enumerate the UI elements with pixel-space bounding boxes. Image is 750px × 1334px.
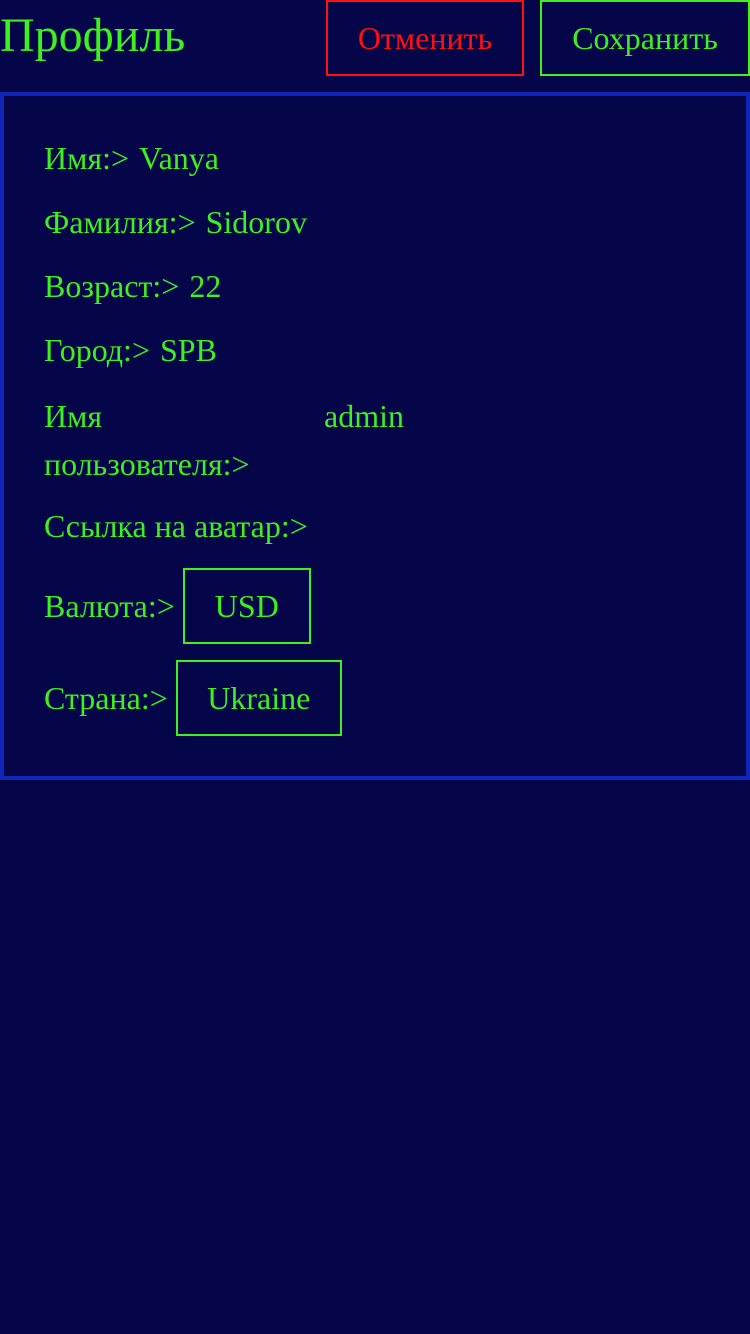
country-row: Страна:> Ukraine [44, 660, 342, 736]
city-row: Город:> SPB [44, 326, 217, 374]
save-button[interactable]: Сохранить [540, 0, 750, 76]
currency-row: Валюта:> USD [44, 568, 311, 644]
page-title: Профиль [0, 9, 186, 62]
age-label: Возраст:> [44, 268, 180, 304]
city-field[interactable]: SPB [160, 326, 217, 374]
username-label: Имя пользователя:> [44, 392, 274, 488]
currency-label: Валюта:> [44, 588, 175, 624]
country-label: Страна:> [44, 680, 168, 716]
avatar-label: Ссылка на аватар:> [44, 508, 308, 544]
age-field[interactable]: 22 [189, 262, 221, 310]
country-select[interactable]: Ukraine [175, 660, 342, 736]
last-name-label: Фамилия:> [44, 204, 196, 240]
cancel-button[interactable]: Отменить [326, 0, 524, 76]
username-label-line1: Имя [44, 398, 103, 434]
first-name-row: Имя:> Vanya [44, 134, 219, 182]
last-name-field[interactable]: Sidorov [206, 198, 307, 246]
city-label: Город:> [44, 332, 150, 368]
username-field[interactable]: admin [324, 392, 404, 440]
first-name-field[interactable]: Vanya [139, 134, 219, 182]
currency-select[interactable]: USD [182, 568, 311, 644]
age-row: Возраст:> 22 [44, 262, 221, 310]
last-name-row: Фамилия:> Sidorov [44, 198, 307, 246]
avatar-row: Ссылка на аватар:> [44, 502, 318, 550]
username-label-line2: пользователя:> [44, 446, 250, 482]
first-name-label: Имя:> [44, 140, 130, 176]
profile-card: Имя:> Vanya Фамилия:> Sidorov Возраст:> … [0, 92, 750, 780]
header: Профиль Отменить Сохранить [0, 0, 750, 76]
